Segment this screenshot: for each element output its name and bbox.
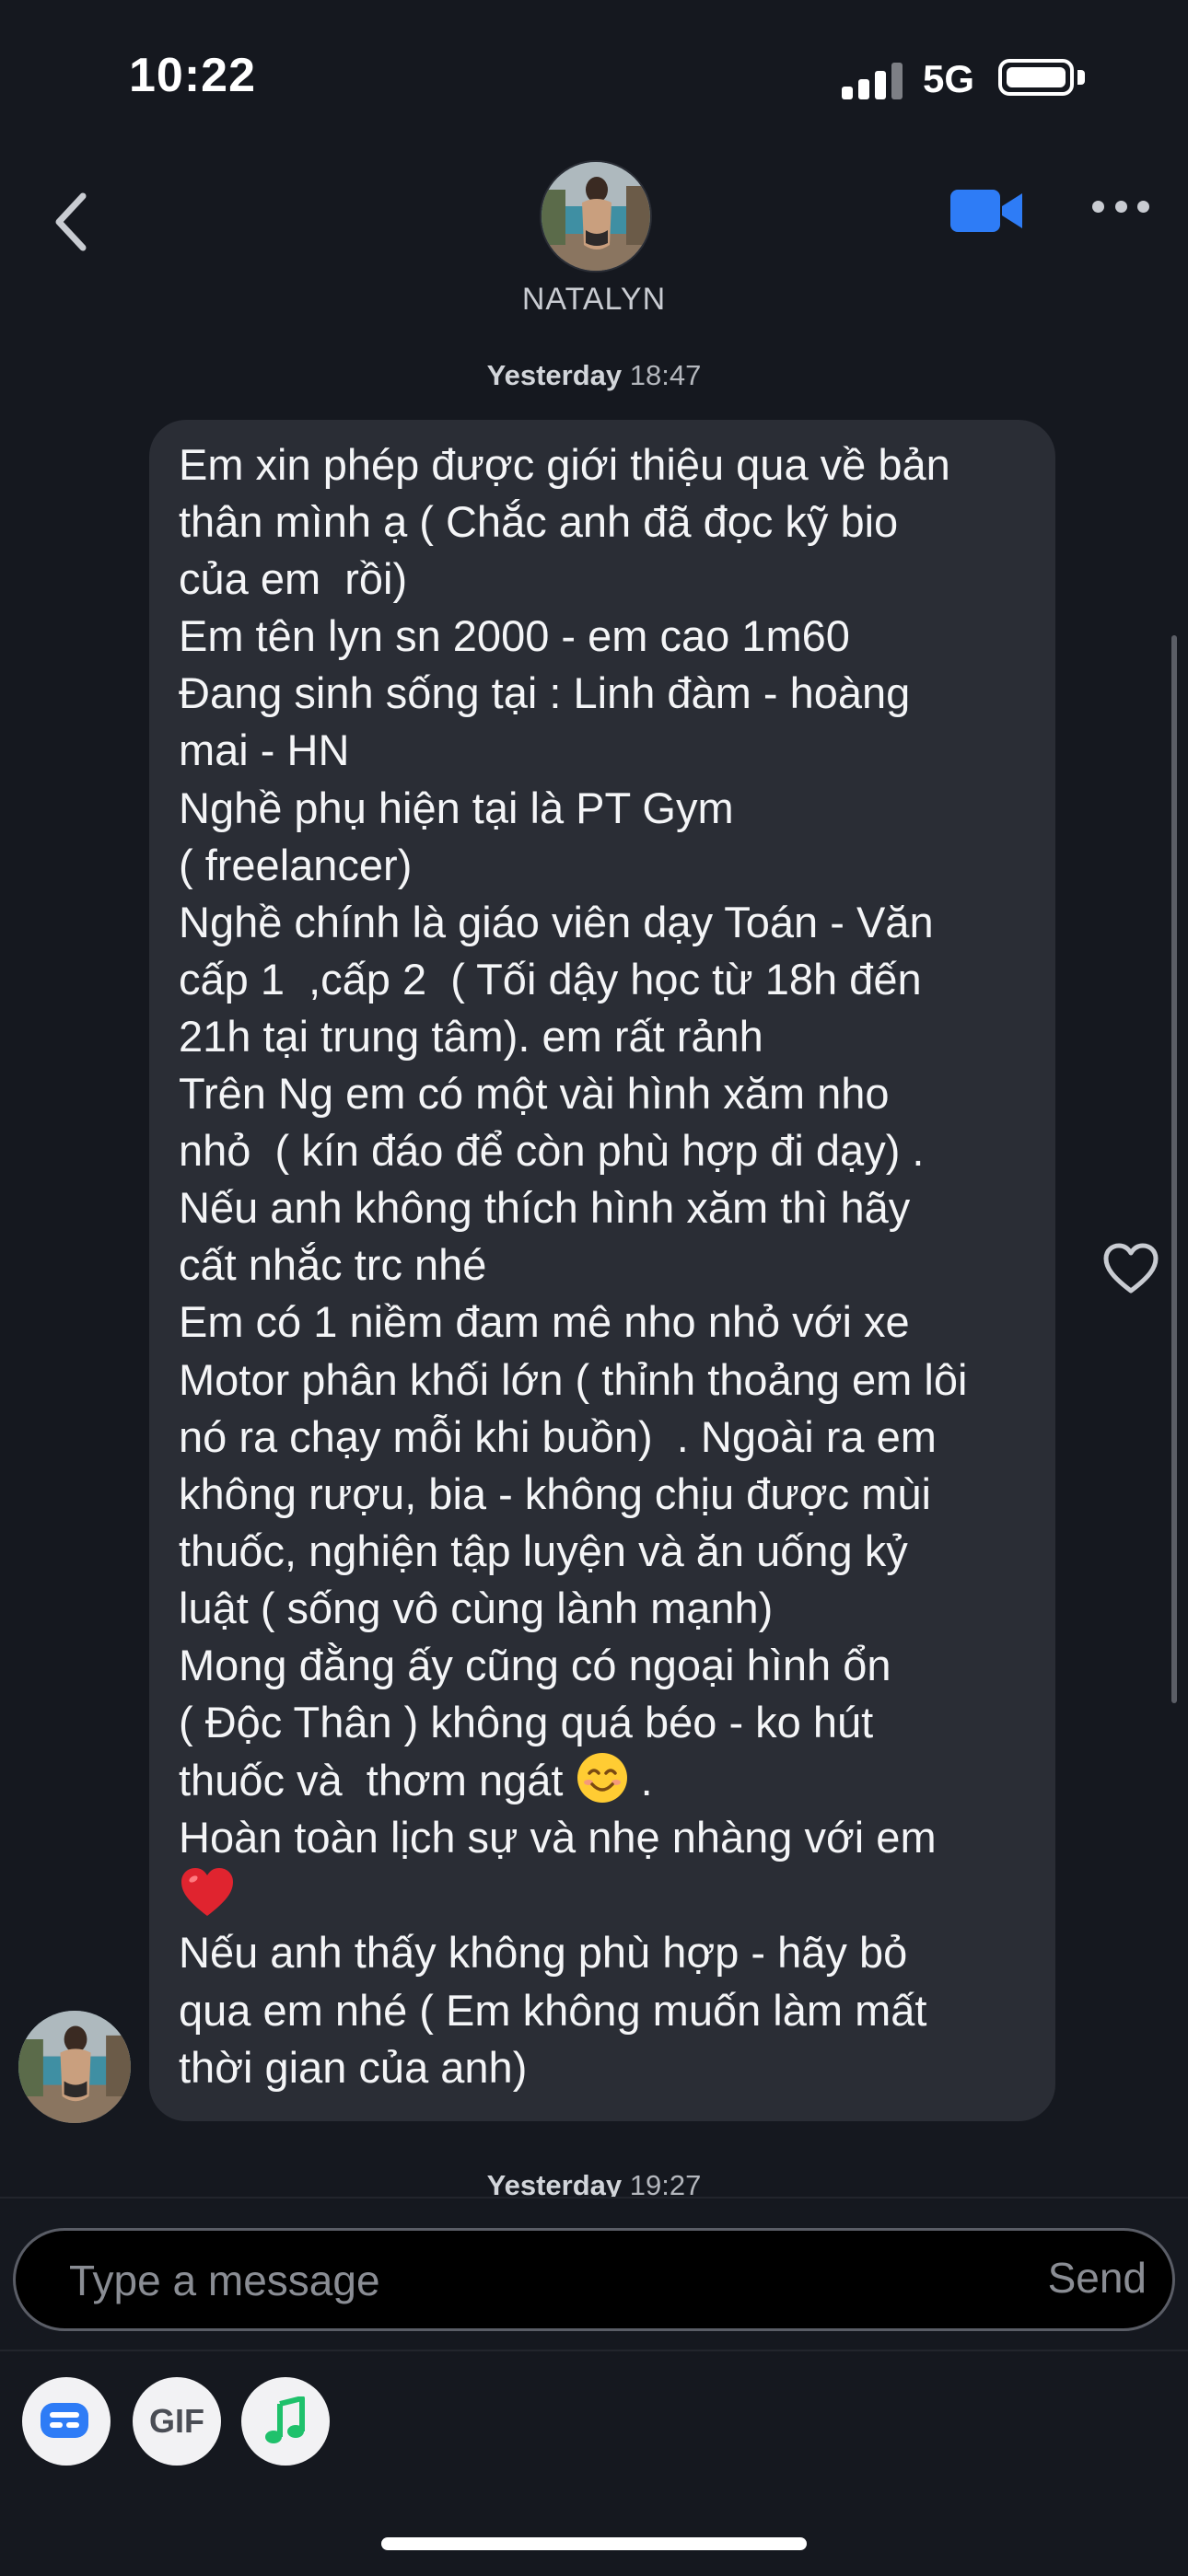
contact-name[interactable]: NATALYN: [0, 282, 1188, 318]
message-line: thuốc, nghiện tập luyện và ăn uống kỷ: [179, 1526, 908, 1575]
message-line: nhỏ ( kín đáo để còn phù hợp đi dạy) .: [179, 1126, 925, 1176]
message-line: không rượu, bia - không chịu được mùi: [179, 1468, 931, 1518]
message-line: Nghề chính là giáo viên dạy Toán - Văn: [179, 897, 934, 946]
message-line-emoji-only: [179, 1866, 1028, 1924]
music-note-icon: [265, 2396, 305, 2443]
heart-outline-icon: [1103, 1243, 1159, 1294]
message-line: Hoàn toàn lịch sự và nhẹ nhàng với em: [179, 1813, 937, 1862]
message-line: Đang sinh sống tại : Linh đàm - hoàng: [179, 668, 911, 718]
status-bar: 10:22 5G: [0, 0, 1188, 147]
timestamp-day: Yesterday: [486, 359, 623, 391]
message-line: mai - HN: [179, 725, 350, 775]
message-line: cất nhắc trc nhé: [179, 1240, 487, 1290]
message-bubble[interactable]: Em xin phép được giới thiệu qua về bản t…: [149, 420, 1055, 2121]
message-line-with-emoji: thuốc và thơm ngát .: [179, 1751, 1028, 1809]
message-line: Nghề phụ hiện tại là PT Gym: [179, 783, 734, 832]
message-timestamp: Yesterday 18:47: [0, 359, 1188, 392]
message-line: thời gian của anh): [179, 2042, 528, 2092]
message-line: Mong đằng ấy cũng có ngoại hình ổn: [179, 1640, 891, 1689]
message-line: ( Độc Thân ) không quá béo - ko hút: [179, 1698, 874, 1747]
gif-label: GIF: [149, 2402, 204, 2440]
composer-area: Send GIF: [0, 2197, 1188, 2576]
message-line: Nếu anh thấy không phù hợp - hãy bỏ: [179, 1928, 908, 1978]
message-line: Em tên lyn sn 2000 - em cao 1m60: [179, 611, 850, 661]
message-line: nó ra chạy mỗi khi buồn) . Ngoài ra em: [179, 1411, 937, 1461]
video-camera-icon: [950, 190, 1022, 232]
more-options-button[interactable]: [1092, 188, 1149, 225]
message-composer: Send: [13, 2228, 1175, 2331]
home-indicator[interactable]: [381, 2537, 807, 2550]
status-time: 10:22: [129, 49, 256, 102]
gif-button[interactable]: GIF: [133, 2377, 221, 2466]
message-line: Em xin phép được giới thiệu qua về bản: [179, 440, 950, 489]
message-line: của em rồi): [179, 554, 408, 604]
message-line: ( freelancer): [179, 840, 413, 889]
message-line: Nếu anh không thích hình xăm thì hãy: [179, 1183, 911, 1233]
message-line-suffix: .: [628, 1756, 653, 1805]
avatar-photo: [18, 2011, 131, 2123]
chevron-left-icon: [55, 192, 87, 251]
battery-tip: [1077, 70, 1085, 85]
send-button[interactable]: Send: [1048, 2253, 1147, 2303]
music-button[interactable]: [241, 2377, 330, 2466]
timestamp-time: 18:47: [629, 359, 702, 391]
message-line: Em có 1 niềm đam mê nho nhỏ với xe: [179, 1297, 910, 1347]
contact-avatar[interactable]: [540, 160, 652, 273]
message-line: qua em nhé ( Em không muốn làm mất: [179, 1985, 927, 2035]
cellular-signal-icon: [842, 61, 904, 99]
red-heart-emoji: [181, 1868, 233, 1917]
message-line-text: thuốc và thơm ngát: [179, 1756, 576, 1805]
message-line: Motor phân khối lớn ( thỉnh thoảng em lô…: [179, 1354, 968, 1404]
avatar-photo: [542, 162, 650, 271]
video-call-button[interactable]: [945, 179, 1028, 243]
scrollbar[interactable]: [1171, 635, 1177, 1703]
smiling-face-emoji: [577, 1753, 627, 1804]
message-line: 21h tại trung tâm). em rất rảnh: [179, 1011, 763, 1061]
network-type: 5G: [923, 57, 975, 100]
message-line: cấp 1 ,cấp 2 ( Tối dậy học từ 18h đến: [179, 954, 922, 1004]
message-input[interactable]: [67, 2231, 992, 2330]
battery-icon: [998, 59, 1074, 96]
message-line: luật ( sống vô cùng lành mạnh): [179, 1583, 774, 1632]
ellipsis-icon: [1092, 200, 1104, 213]
message-line: thân mình ạ ( Chắc anh đã đọc kỹ bio: [179, 497, 899, 547]
chat-header: NATALYN: [0, 147, 1188, 331]
message-line: Trên Ng em có một vài hình xăm nho: [179, 1069, 890, 1119]
sticker-icon: [41, 2403, 88, 2438]
sticker-button[interactable]: [22, 2377, 111, 2466]
back-button[interactable]: [41, 180, 99, 263]
like-button[interactable]: [1101, 1241, 1160, 1296]
sender-avatar[interactable]: [18, 2011, 131, 2123]
divider: [0, 2350, 1188, 2351]
